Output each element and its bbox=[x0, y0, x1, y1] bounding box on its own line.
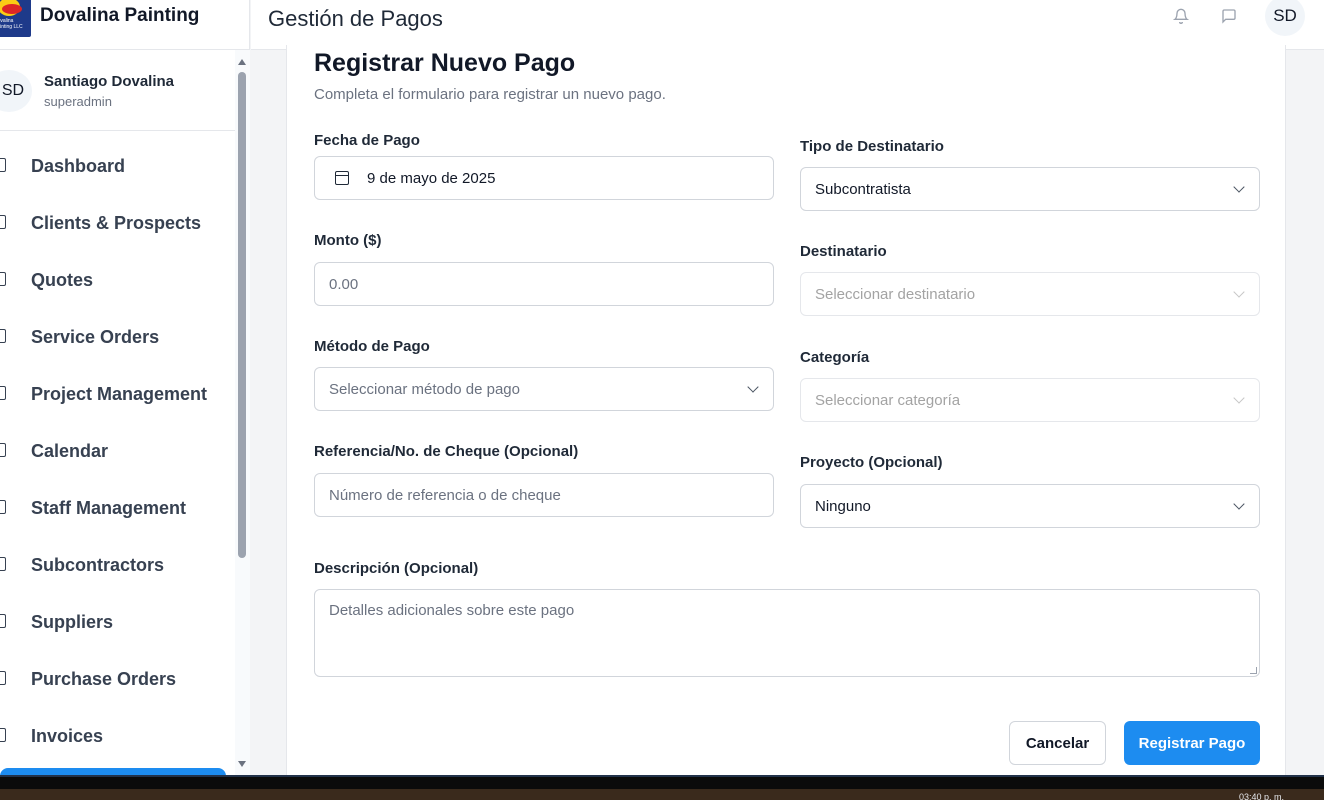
metodo-select[interactable]: Seleccionar método de pago bbox=[314, 367, 774, 411]
bell-icon bbox=[1173, 8, 1189, 24]
sidebar-item-active[interactable] bbox=[0, 768, 226, 775]
sidebar-item-invoices[interactable]: Invoices bbox=[0, 708, 235, 765]
proyecto-select[interactable]: Ninguno bbox=[800, 484, 1260, 528]
user-profile[interactable]: SD Santiago Dovalina superadmin bbox=[0, 50, 235, 131]
sidebar-item-label: Invoices bbox=[31, 726, 104, 746]
top-header: Gestión de Pagos SD bbox=[251, 0, 1324, 50]
destinatario-label: Destinatario bbox=[800, 243, 887, 260]
brand-header: Dovalina Painting LLC Dovalina Painting bbox=[0, 0, 249, 50]
proyecto-value: Ninguno bbox=[815, 497, 871, 515]
message-icon bbox=[1222, 9, 1236, 24]
user-name: Santiago Dovalina bbox=[44, 73, 175, 90]
form-subtitle: Completa el formulario para registrar un… bbox=[314, 86, 666, 103]
fecha-label: Fecha de Pago bbox=[314, 132, 420, 149]
cancel-button[interactable]: Cancelar bbox=[1009, 721, 1106, 765]
resize-handle-icon[interactable] bbox=[1250, 667, 1257, 674]
chevron-down-icon bbox=[747, 381, 759, 393]
sidebar-item-clients-prospects[interactable]: Clients & Prospects bbox=[0, 195, 235, 252]
register-payment-button[interactable]: Registrar Pago bbox=[1124, 721, 1260, 765]
header-avatar[interactable]: SD bbox=[1265, 0, 1305, 36]
sidebar-item-service-orders[interactable]: Service Orders bbox=[0, 309, 235, 366]
notifications-button[interactable] bbox=[1167, 4, 1195, 28]
sidebar-item-purchase-orders[interactable]: Purchase Orders bbox=[0, 651, 235, 708]
chevron-down-icon bbox=[1233, 392, 1245, 404]
descripcion-textarea[interactable]: Detalles adicionales sobre este pago bbox=[314, 589, 1260, 677]
sidebar-scrollbar[interactable] bbox=[235, 50, 250, 775]
sidebar-item-calendar[interactable]: Calendar bbox=[0, 423, 235, 480]
sidebar-item-subcontractors[interactable]: Subcontractors bbox=[0, 537, 235, 594]
logo-swoosh-shape bbox=[2, 4, 22, 14]
document-icon bbox=[0, 728, 6, 742]
sidebar-item-label: Purchase Orders bbox=[31, 669, 177, 689]
sidebar-item-staff-management[interactable]: Staff Management bbox=[0, 480, 235, 537]
metodo-label: Método de Pago bbox=[314, 338, 430, 355]
proyecto-label: Proyecto (Opcional) bbox=[800, 454, 943, 471]
logo-text: Dovalina Painting LLC bbox=[0, 18, 23, 30]
sidebar-item-label: Clients & Prospects bbox=[31, 213, 202, 233]
sidebar-nav: Dashboard Clients & Prospects Quotes Ser… bbox=[0, 138, 235, 765]
sidebar-item-suppliers[interactable]: Suppliers bbox=[0, 594, 235, 651]
fecha-value: 9 de mayo de 2025 bbox=[367, 169, 496, 187]
sidebar-item-label: Suppliers bbox=[31, 612, 114, 632]
briefcase-icon bbox=[0, 557, 6, 571]
categoria-label: Categoría bbox=[800, 349, 870, 366]
monto-label: Monto ($) bbox=[314, 232, 382, 249]
sidebar-item-label: Dashboard bbox=[31, 156, 126, 176]
receipt-icon bbox=[0, 671, 6, 685]
sidebar-item-label: Service Orders bbox=[31, 327, 160, 347]
users-icon bbox=[0, 215, 6, 229]
scroll-up-arrow-icon[interactable] bbox=[238, 59, 246, 65]
metodo-placeholder: Seleccionar método de pago bbox=[329, 380, 520, 398]
tipo-destinatario-select[interactable]: Subcontratista bbox=[800, 167, 1260, 211]
chevron-down-icon bbox=[1233, 181, 1245, 193]
clipboard-icon bbox=[0, 329, 6, 343]
taskbar-clock[interactable]: 03:40 p. m. bbox=[1239, 792, 1284, 800]
scroll-down-arrow-icon[interactable] bbox=[238, 761, 246, 767]
taskbar-wallpaper-strip bbox=[0, 789, 1324, 800]
destinatario-select[interactable]: Seleccionar destinatario bbox=[800, 272, 1260, 316]
sidebar-item-dashboard[interactable]: Dashboard bbox=[0, 138, 235, 195]
brand-name[interactable]: Dovalina Painting bbox=[40, 5, 199, 27]
scrollbar-thumb[interactable] bbox=[238, 72, 246, 558]
sidebar-item-label: Calendar bbox=[31, 441, 109, 461]
form-title: Registrar Nuevo Pago bbox=[314, 49, 576, 77]
os-taskbar: 03:40 p. m. bbox=[0, 775, 1324, 800]
fecha-date-picker[interactable]: 9 de mayo de 2025 bbox=[314, 156, 774, 200]
tipo-label: Tipo de Destinatario bbox=[800, 138, 944, 155]
tipo-value: Subcontratista bbox=[815, 180, 911, 198]
descripcion-placeholder: Detalles adicionales sobre este pago bbox=[329, 602, 575, 619]
monto-placeholder: 0.00 bbox=[329, 275, 359, 293]
page-title: Gestión de Pagos bbox=[268, 6, 443, 31]
sidebar-item-label: Project Management bbox=[31, 384, 208, 404]
categoria-placeholder: Seleccionar categoría bbox=[815, 391, 961, 409]
home-icon bbox=[0, 158, 6, 172]
sidebar-item-project-management[interactable]: Project Management bbox=[0, 366, 235, 423]
workflow-icon bbox=[0, 386, 6, 400]
categoria-select[interactable]: Seleccionar categoría bbox=[800, 378, 1260, 422]
sidebar-item-quotes[interactable]: Quotes bbox=[0, 252, 235, 309]
package-icon bbox=[0, 614, 6, 628]
messages-button[interactable] bbox=[1215, 4, 1243, 28]
chevron-down-icon bbox=[1233, 286, 1245, 298]
gear-icon bbox=[0, 500, 6, 514]
calendar-icon bbox=[0, 443, 6, 457]
destinatario-placeholder: Seleccionar destinatario bbox=[815, 285, 976, 303]
referencia-input[interactable]: Número de referencia o de cheque bbox=[314, 473, 774, 517]
monto-input[interactable]: 0.00 bbox=[314, 262, 774, 306]
user-role: superadmin bbox=[44, 94, 112, 109]
descripcion-label: Descripción (Opcional) bbox=[314, 560, 479, 577]
sidebar-item-label: Staff Management bbox=[31, 498, 187, 518]
referencia-placeholder: Número de referencia o de cheque bbox=[329, 486, 561, 504]
payment-form-card: Registrar Nuevo Pago Completa el formula… bbox=[286, 45, 1286, 776]
user-avatar[interactable]: SD bbox=[0, 70, 32, 112]
file-icon bbox=[0, 272, 6, 286]
calendar-icon bbox=[335, 171, 349, 185]
chevron-down-icon bbox=[1233, 498, 1245, 510]
referencia-label: Referencia/No. de Cheque (Opcional) bbox=[314, 443, 579, 460]
sidebar-item-label: Subcontractors bbox=[31, 555, 165, 575]
company-logo[interactable]: Dovalina Painting LLC bbox=[0, 0, 31, 37]
sidebar-item-label: Quotes bbox=[31, 270, 94, 290]
sidebar: Dovalina Painting LLC Dovalina Painting … bbox=[0, 0, 250, 775]
